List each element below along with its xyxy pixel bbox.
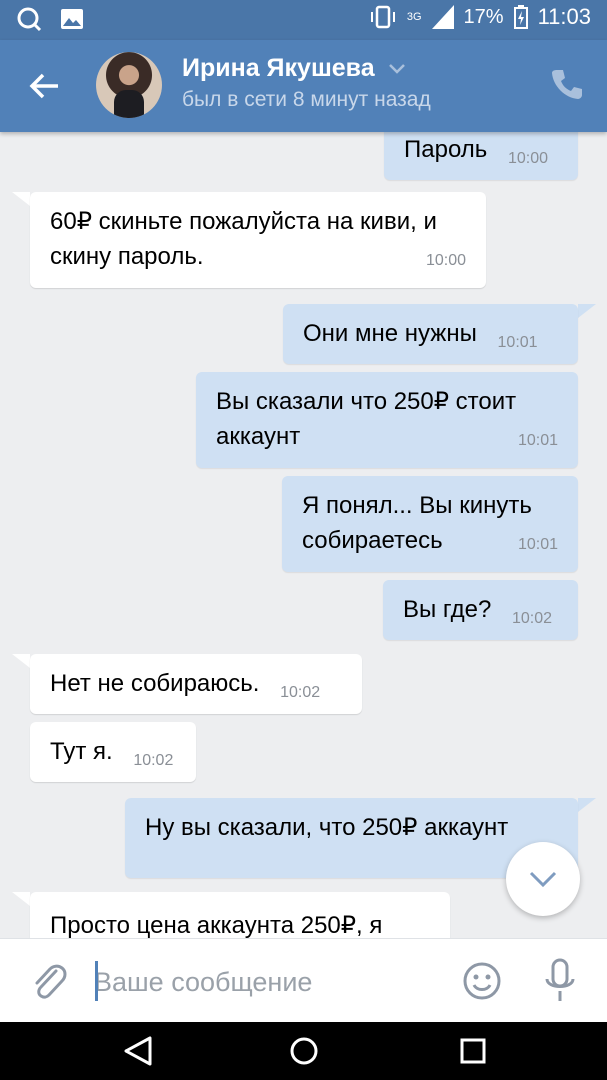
scroll-to-bottom-button[interactable] [506, 842, 580, 916]
nav-home-icon[interactable] [288, 1035, 320, 1067]
message-out[interactable]: Пароль 10:00 [384, 132, 578, 180]
signal-icon [431, 5, 454, 29]
message-time: 10:01 [517, 432, 558, 449]
message-text: Я понял... Вы кинуть собираетесь [302, 492, 532, 554]
clock: 11:03 [537, 4, 591, 29]
text-cursor [95, 961, 98, 1001]
message-in[interactable]: Нет не собираюсь. 10:02 [30, 654, 362, 714]
message-text: 60₽ скиньте пожалуйста на киви, и скину … [50, 208, 437, 270]
message-out[interactable]: Вы сказали что 250₽ стоит аккаунт 10:01 [196, 372, 578, 468]
nav-back-icon[interactable] [122, 1036, 156, 1066]
message-time: 10:02 [133, 752, 174, 769]
last-seen-status: был в сети 8 минут назад [182, 88, 431, 111]
network-type: 3G [406, 11, 422, 23]
bubble-tail [12, 192, 30, 206]
back-arrow-icon[interactable] [24, 66, 64, 106]
chevron-down-icon[interactable] [388, 62, 406, 76]
message-time: 10:00 [507, 150, 548, 167]
avatar[interactable] [96, 52, 162, 118]
bubble-tail [578, 798, 596, 812]
bubble-tail [578, 304, 596, 318]
message-in[interactable]: Просто цена аккаунта 250₽, я [30, 892, 450, 938]
message-out[interactable]: Вы где? 10:02 [383, 580, 578, 640]
message-time: 10:02 [280, 684, 321, 701]
message-text: Ну вы сказали, что 250₽ аккаунт [145, 814, 509, 841]
composer [0, 938, 607, 1023]
message-text: Тут я. [50, 738, 113, 765]
status-bar: 3G 17% 11:03 [0, 0, 607, 40]
phone-icon[interactable] [549, 66, 585, 102]
vibrate-icon [370, 5, 395, 29]
message-time: 10:00 [425, 252, 466, 269]
battery-percent: 17% [463, 5, 504, 28]
paperclip-icon[interactable] [28, 959, 68, 1003]
message-input[interactable] [92, 955, 436, 1009]
message-text: Пароль [404, 136, 488, 163]
message-text: Вы сказали что 250₽ стоит аккаунт [216, 388, 517, 450]
bubble-tail [12, 892, 30, 906]
message-text: Просто цена аккаунта 250₽, я [50, 912, 383, 938]
bubble-tail [12, 654, 30, 668]
message-text: Нет не собираюсь. [50, 670, 260, 697]
message-in[interactable]: Тут я. 10:02 [30, 722, 196, 782]
message-text: Они мне нужны [303, 320, 477, 347]
message-time: 10:02 [511, 610, 553, 627]
nav-recent-apps-icon[interactable] [458, 1036, 488, 1066]
battery-charging-icon [513, 5, 528, 29]
message-out[interactable]: Я понял... Вы кинуть собираетесь 10:01 [282, 476, 578, 572]
smiley-icon[interactable] [462, 961, 502, 1001]
search-app-icon [17, 7, 42, 32]
gallery-icon [61, 9, 83, 29]
microphone-icon[interactable] [542, 957, 578, 1005]
message-out[interactable]: Они мне нужны 10:01 [283, 304, 578, 364]
message-text: Вы где? [403, 596, 492, 623]
message-list[interactable]: Пароль 10:00 60₽ скиньте пожалуйста на к… [0, 132, 607, 938]
contact-name[interactable]: Ирина Якушева [182, 54, 375, 83]
chat-header: Ирина Якушева был в сети 8 минут назад [0, 40, 607, 132]
message-in[interactable]: 60₽ скиньте пожалуйста на киви, и скину … [30, 192, 486, 288]
message-time: 10:01 [497, 334, 538, 351]
chevron-down-icon [529, 871, 557, 888]
system-nav-bar [0, 1022, 607, 1080]
message-time: 10:01 [517, 536, 558, 553]
